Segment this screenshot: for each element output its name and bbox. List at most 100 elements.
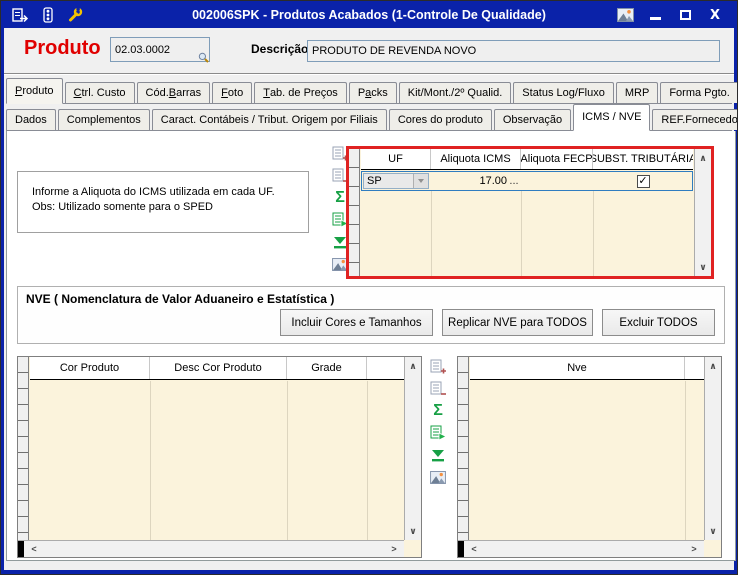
tab-ref-fornecedor[interactable]: REF.Fornecedor <box>652 109 738 130</box>
column-header-uf[interactable]: UF <box>361 149 431 169</box>
delete-row-icon[interactable] <box>430 381 446 397</box>
nve-grid-row-indicator <box>458 357 469 540</box>
tab-foto[interactable]: Foto <box>212 82 252 103</box>
tab-label: Caract. Contábeis / Tribut. Origem por F… <box>161 114 378 126</box>
window-body: Produto 02.03.0002 Descrição PRODUTO DE … <box>4 28 734 570</box>
tab-produto[interactable]: Produto <box>6 78 63 104</box>
column-header-aliquota-fecp[interactable]: Aliquota FECP <box>521 149 593 169</box>
title-bar: 002006SPK - Produtos Acabados (1-Control… <box>4 3 734 27</box>
colors-grid-vscrollbar[interactable]: ∧ ∨ <box>404 357 421 540</box>
scroll-left-icon[interactable]: < <box>26 541 42 557</box>
combo-dropdown-button[interactable] <box>413 174 428 188</box>
column-header-extra[interactable] <box>685 357 705 379</box>
tab-ctrl-custo[interactable]: Ctrl. Custo <box>65 82 135 103</box>
icms-info-box: Informe a Aliquota do ICMS utilizada em … <box>17 171 309 233</box>
image-tool-icon[interactable] <box>616 7 634 23</box>
tab-label: REF.Fornecedor <box>661 114 738 126</box>
tab-status-log-fluxo[interactable]: Status Log/Fluxo <box>513 82 614 103</box>
product-code-field[interactable]: 02.03.0002 <box>110 37 210 62</box>
column-header-aliquota-icms[interactable]: Aliquota ICMS <box>431 149 521 169</box>
nve-grid-toolbar: Σ <box>429 359 447 485</box>
grid-sizer[interactable] <box>18 541 24 557</box>
scroll-right-icon[interactable]: > <box>386 541 402 557</box>
icms-grid-vscrollbar[interactable]: ∧ ∨ <box>694 149 711 276</box>
description-field[interactable]: PRODUTO DE REVENDA NOVO <box>307 40 720 62</box>
column-separator <box>287 381 288 540</box>
column-separator <box>521 191 522 276</box>
export-down-icon[interactable] <box>430 447 446 463</box>
tab-kit-mont-2-qualid[interactable]: Kit/Mont./2º Qualid. <box>399 82 512 103</box>
tab-label: F <box>221 87 228 99</box>
chevron-down-icon <box>418 179 424 183</box>
scroll-up-icon[interactable]: ∧ <box>695 150 711 166</box>
tab-c-d-barras[interactable]: Cód. Barras <box>137 82 211 103</box>
magnifier-icon[interactable] <box>198 52 209 66</box>
tab-cores-do-produto[interactable]: Cores do produto <box>389 109 492 130</box>
uf-combobox[interactable]: SP <box>363 173 429 189</box>
incluir-cores-tamanhos-button[interactable]: Incluir Cores e Tamanhos <box>280 309 433 336</box>
tab-label: ICMS / NVE <box>582 111 641 123</box>
image-icon[interactable] <box>430 469 446 485</box>
colors-grid-header: Cor Produto Desc Cor Produto Grade <box>30 357 404 380</box>
uf-cell[interactable]: SP <box>361 171 431 191</box>
product-label: Produto <box>24 37 101 60</box>
tab-icms-nve[interactable]: ICMS / NVE <box>573 104 650 131</box>
tab-label: arras <box>176 87 201 99</box>
tab-caract-cont-beis-tribut-origem-por-filiais[interactable]: Caract. Contábeis / Tribut. Origem por F… <box>152 109 387 130</box>
column-separator <box>367 381 368 540</box>
tab-label: Kit/Mont./2º Qualid. <box>408 87 503 99</box>
icms-grid-row-sp[interactable]: SP 17.00 ... ✓ <box>361 171 693 191</box>
nve-grid-vscrollbar[interactable]: ∧ ∨ <box>704 357 721 540</box>
tab-forma-pgto[interactable]: Forma Pgto. <box>660 82 738 103</box>
nve-grid-header: Nve <box>470 357 705 380</box>
aliquota-fecp-cell[interactable] <box>521 171 593 191</box>
minimize-button[interactable] <box>646 7 664 23</box>
description-value: PRODUTO DE REVENDA NOVO <box>312 45 476 57</box>
scroll-left-icon[interactable]: < <box>466 541 482 557</box>
primary-tabstrip: ProdutoCtrl. CustoCód. BarrasFotoTab. de… <box>6 78 732 104</box>
exit-icon[interactable] <box>12 7 30 23</box>
grid-sizer[interactable] <box>458 541 464 557</box>
tab-packs[interactable]: Packs <box>349 82 397 103</box>
tab-observa-o[interactable]: Observação <box>494 109 571 130</box>
wrench-icon[interactable] <box>66 7 84 23</box>
tab-label: T <box>263 87 270 99</box>
column-header-grade[interactable]: Grade <box>287 357 367 379</box>
colors-grid-hscrollbar[interactable]: < > <box>18 540 404 557</box>
tab-mrp[interactable]: MRP <box>616 82 658 103</box>
maximize-button[interactable] <box>676 7 694 23</box>
tab-label: ab. de Preços <box>270 87 338 99</box>
scroll-up-icon[interactable]: ∧ <box>705 358 721 374</box>
ellipsis-button[interactable]: ... <box>507 175 521 187</box>
column-header-desc-cor-produto[interactable]: Desc Cor Produto <box>150 357 287 379</box>
subst-tributaria-cell[interactable]: ✓ <box>593 171 693 191</box>
scroll-down-icon[interactable]: ∨ <box>695 259 711 275</box>
nve-grid-hscrollbar[interactable]: < > <box>458 540 704 557</box>
scroll-down-icon[interactable]: ∨ <box>405 523 421 539</box>
tab-dados[interactable]: Dados <box>6 109 56 130</box>
tab-content-pane: Informe a Aliquota do ICMS utilizada em … <box>6 131 736 561</box>
traffic-light-icon[interactable] <box>39 7 57 23</box>
tab-label: Cores do produto <box>398 114 483 126</box>
column-header-nve[interactable]: Nve <box>470 357 685 379</box>
column-header-extra[interactable] <box>367 357 404 379</box>
add-row-icon[interactable] <box>430 359 446 375</box>
subst-tributaria-checkbox[interactable]: ✓ <box>637 175 650 188</box>
tab-label: roduto <box>22 85 53 97</box>
replicar-nve-button[interactable]: Replicar NVE para TODOS <box>442 309 593 336</box>
column-header-subst-tributaria[interactable]: SUBST. TRIBUTÁRIA <box>593 149 693 169</box>
aliquota-icms-cell[interactable]: 17.00 ... <box>431 171 521 191</box>
secondary-tabstrip: DadosComplementos Caract. Contábeis / Tri… <box>6 104 732 131</box>
tab-complementos[interactable]: Complementos <box>58 109 150 130</box>
tab-label: Forma Pgto. <box>669 87 730 99</box>
tab-label: cks <box>371 87 388 99</box>
scroll-down-icon[interactable]: ∨ <box>705 523 721 539</box>
excluir-todos-button[interactable]: Excluir TODOS <box>602 309 715 336</box>
tab-tab-de-pre-os[interactable]: Tab. de Preços <box>254 82 347 103</box>
post-records-icon[interactable] <box>430 425 446 441</box>
scroll-right-icon[interactable]: > <box>686 541 702 557</box>
close-button[interactable]: X <box>706 7 724 23</box>
sum-icon[interactable]: Σ <box>430 403 446 419</box>
column-header-cor-produto[interactable]: Cor Produto <box>30 357 150 379</box>
scroll-up-icon[interactable]: ∧ <box>405 358 421 374</box>
